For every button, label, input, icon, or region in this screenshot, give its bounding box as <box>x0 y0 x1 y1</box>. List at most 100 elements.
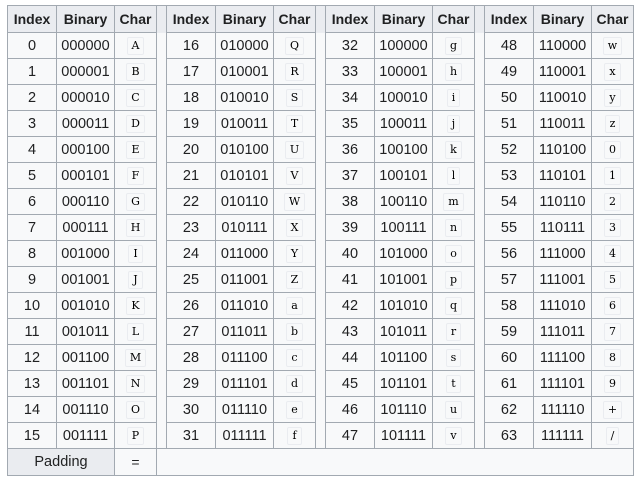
char-cell: N <box>114 370 157 397</box>
char-code: J <box>128 271 143 289</box>
table-row: 3 000011 D 19 010011 T 35 100011 j 51 110011 z <box>7 110 634 137</box>
header-row: Index Binary Char Index Binary Char Index Binar… <box>7 5 634 33</box>
group-separator <box>474 5 485 33</box>
char-code: K <box>126 297 145 315</box>
binary-cell: 011001 <box>215 266 274 293</box>
group-separator <box>315 32 326 59</box>
binary-cell: 011110 <box>215 396 274 423</box>
table-row: 2 000010 C 18 010010 S 34 100010 i 50 110010 y <box>7 84 634 111</box>
group-separator <box>315 370 326 397</box>
index-cell: 57 <box>484 266 534 293</box>
char-cell: X <box>273 214 316 241</box>
char-cell: q <box>432 292 475 319</box>
binary-cell: 011101 <box>215 370 274 397</box>
char-cell: i <box>432 84 475 111</box>
char-cell: H <box>114 214 157 241</box>
char-code: + <box>602 401 623 419</box>
char-cell: V <box>273 162 316 189</box>
group-separator <box>315 344 326 371</box>
char-cell: 2 <box>591 188 634 215</box>
char-code: U <box>284 141 305 159</box>
group-separator <box>156 110 167 137</box>
group-separator <box>315 214 326 241</box>
index-cell: 31 <box>166 422 216 449</box>
index-cell: 62 <box>484 396 534 423</box>
binary-cell: 011010 <box>215 292 274 319</box>
char-code: f <box>287 427 302 445</box>
char-cell: M <box>114 344 157 371</box>
index-cell: 37 <box>325 162 375 189</box>
index-cell: 10 <box>7 292 57 319</box>
binary-cell: 000111 <box>56 214 115 241</box>
group-separator <box>156 344 167 371</box>
binary-cell: 011100 <box>215 344 274 371</box>
header-binary: Binary <box>533 5 592 33</box>
binary-cell: 100010 <box>374 84 433 111</box>
char-code: / <box>605 427 620 445</box>
char-cell: Y <box>273 240 316 267</box>
binary-cell: 001011 <box>56 318 115 345</box>
index-cell: 22 <box>166 188 216 215</box>
index-cell: 39 <box>325 214 375 241</box>
index-cell: 13 <box>7 370 57 397</box>
char-code: 6 <box>604 297 621 315</box>
index-cell: 4 <box>7 136 57 163</box>
char-cell: 5 <box>591 266 634 293</box>
index-cell: 34 <box>325 84 375 111</box>
header-binary: Binary <box>56 5 115 33</box>
index-cell: 15 <box>7 422 57 449</box>
char-code: C <box>126 89 145 107</box>
binary-cell: 011111 <box>215 422 274 449</box>
group-separator <box>474 396 485 423</box>
char-code: l <box>446 167 461 185</box>
index-cell: 33 <box>325 58 375 85</box>
table-row: 10 001010 K 26 011010 a 42 101010 q 58 111010 6 <box>7 292 634 319</box>
group-separator <box>315 318 326 345</box>
group-separator <box>156 292 167 319</box>
char-code: V <box>285 167 304 185</box>
char-cell: E <box>114 136 157 163</box>
group-separator <box>315 136 326 163</box>
char-cell: w <box>591 32 634 59</box>
group-separator <box>156 32 167 59</box>
index-cell: 42 <box>325 292 375 319</box>
group-separator <box>474 58 485 85</box>
char-cell: R <box>273 58 316 85</box>
binary-cell: 000110 <box>56 188 115 215</box>
group-separator <box>315 58 326 85</box>
binary-cell: 010111 <box>215 214 274 241</box>
binary-cell: 001100 <box>56 344 115 371</box>
binary-cell: 101110 <box>374 396 433 423</box>
index-cell: 20 <box>166 136 216 163</box>
group-separator <box>474 422 485 449</box>
binary-cell: 101100 <box>374 344 433 371</box>
padding-char-value: = <box>131 454 140 470</box>
binary-cell: 111101 <box>533 370 592 397</box>
table-row: 15 001111 P 31 011111 f 47 101111 v 63 111111 / <box>7 422 634 449</box>
char-code: p <box>444 271 463 289</box>
char-code: z <box>604 115 621 133</box>
index-cell: 9 <box>7 266 57 293</box>
index-cell: 16 <box>166 32 216 59</box>
binary-cell: 111001 <box>533 266 592 293</box>
char-code: t <box>446 375 461 393</box>
index-cell: 26 <box>166 292 216 319</box>
char-code: B <box>126 63 145 81</box>
char-code: A <box>126 37 145 55</box>
binary-cell: 101001 <box>374 266 433 293</box>
header-char: Char <box>591 5 634 33</box>
char-cell: u <box>432 396 475 423</box>
group-separator <box>474 318 485 345</box>
char-code: S <box>285 89 304 107</box>
header-index: Index <box>325 5 375 33</box>
table-row: 0 000000 A 16 010000 Q 32 100000 g 48 110000 w <box>7 32 634 59</box>
binary-cell: 000010 <box>56 84 115 111</box>
group-separator <box>315 266 326 293</box>
char-code: N <box>125 375 146 393</box>
index-cell: 44 <box>325 344 375 371</box>
index-cell: 47 <box>325 422 375 449</box>
binary-cell: 101011 <box>374 318 433 345</box>
char-code: Z <box>285 271 304 289</box>
index-cell: 12 <box>7 344 57 371</box>
header-index: Index <box>166 5 216 33</box>
